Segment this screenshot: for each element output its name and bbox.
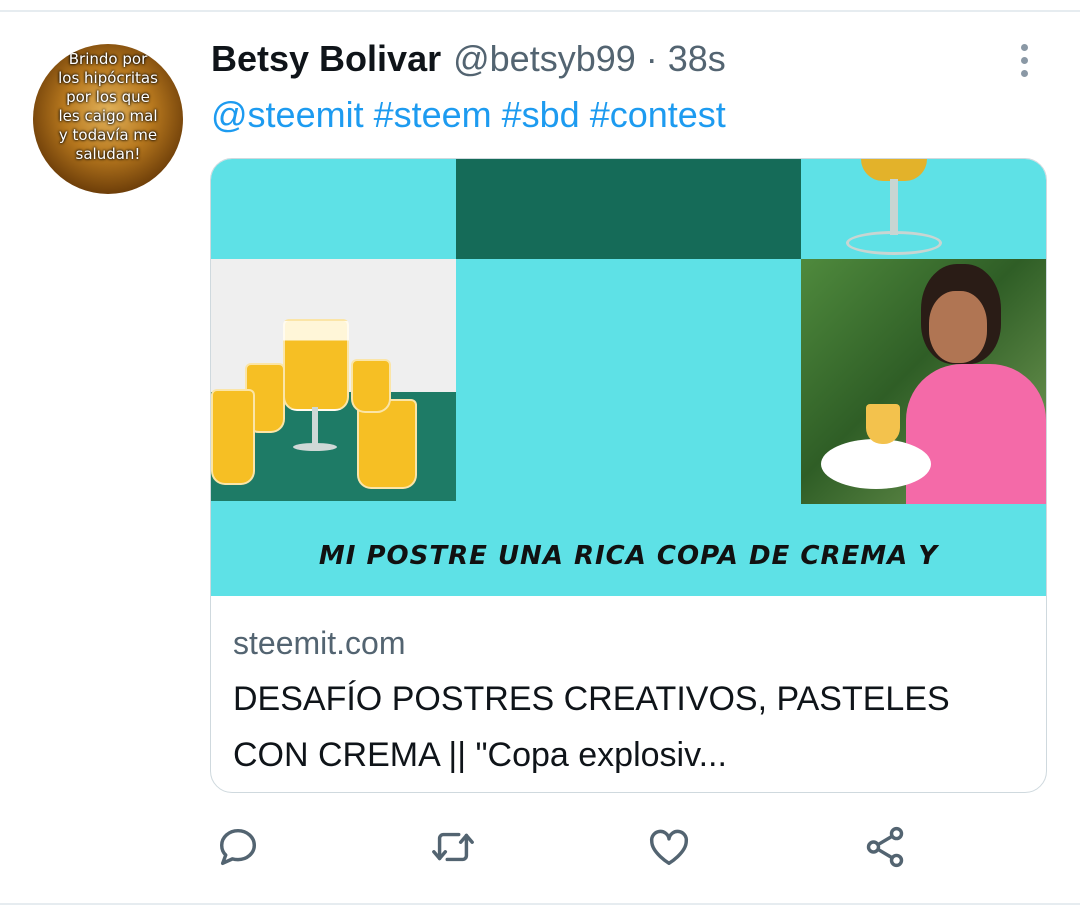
share-icon — [866, 826, 904, 868]
tweet-header: Betsy Bolivar @betsyb99 · 38s — [211, 38, 726, 84]
card-title: DESAFÍO POSTRES CREATIVOS, PASTELES CON … — [233, 680, 950, 774]
mention-link[interactable]: @steemit — [211, 94, 364, 135]
tweet-text: @steemit #steem #sbd #contest — [211, 94, 736, 136]
share-button[interactable] — [860, 822, 910, 872]
reply-icon — [219, 828, 257, 866]
retweet-icon — [432, 832, 474, 862]
timestamp[interactable]: 38s — [668, 38, 726, 80]
hashtag-link[interactable]: #sbd — [502, 94, 580, 135]
hashtag-link[interactable]: #steem — [374, 94, 492, 135]
link-preview-card[interactable]: MI POSTRE UNA RICA COPA DE CREMA Y steem… — [210, 158, 1047, 793]
card-image[interactable]: MI POSTRE UNA RICA COPA DE CREMA Y — [211, 159, 1046, 596]
retweet-button[interactable] — [428, 822, 478, 872]
more-options-icon[interactable] — [1004, 40, 1044, 80]
top-divider — [0, 10, 1080, 12]
dessert-photo-left — [211, 259, 456, 501]
avatar-text: Brindo por los hipócritas por los que le… — [58, 50, 158, 163]
display-name[interactable]: Betsy Bolivar — [211, 38, 441, 80]
like-button[interactable] — [644, 822, 694, 872]
reply-button[interactable] — [213, 822, 263, 872]
header-separator: · — [645, 38, 658, 79]
user-handle[interactable]: @betsyb99 — [453, 38, 636, 80]
card-image-caption: MI POSTRE UNA RICA COPA DE CREMA Y — [318, 541, 939, 571]
card-domain: steemit.com — [233, 625, 406, 661]
person-photo-right — [801, 259, 1046, 504]
hashtag-link[interactable]: #contest — [590, 94, 726, 135]
tweet-actions — [0, 822, 1080, 878]
dessert-photo-top — [456, 159, 942, 259]
like-icon — [650, 829, 688, 866]
avatar[interactable]: Brindo por los hipócritas por los que le… — [33, 44, 183, 194]
